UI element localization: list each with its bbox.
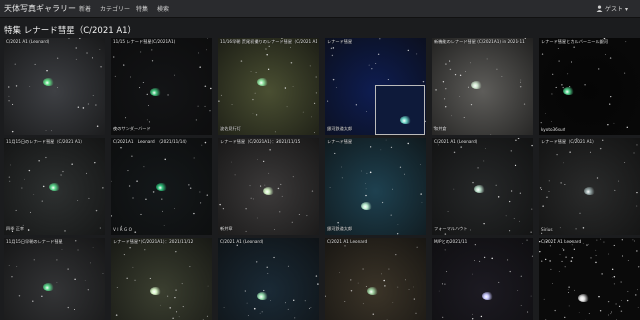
photo-title[interactable]: C/2021 A1 (Leonard) <box>220 239 317 244</box>
comet-glow <box>262 187 275 196</box>
photo-tile[interactable]: C/2021 A1 (Leonard) <box>4 38 105 135</box>
photographer-name: kyoto36sun <box>541 127 566 132</box>
photo-tile[interactable]: 11/16早朝 荒尾初撮りのレナード彗星（C/2021 A1） 波佐見行灯 <box>218 38 319 135</box>
photo-tile[interactable]: 11月15日のレナード彗星（C/2021 A1） 四季 正幸 <box>4 138 105 235</box>
starfield <box>8 240 104 310</box>
photo-tile[interactable]: C/2021A1 Leonard （2021/11/14） V I R G O <box>111 138 212 235</box>
starfield <box>438 239 533 320</box>
photo-grid: C/2021 A1 (Leonard) 11/15 レナード彗星(C/2021A1… <box>0 38 640 320</box>
photo-tile[interactable]: 11/15 レナード彗星(C/2021A1) 夜のサンダーバード <box>111 38 212 135</box>
nav-link-features[interactable]: 特集 <box>136 4 148 13</box>
photographer-name: 斬井章 <box>220 226 233 231</box>
photo-title[interactable]: C/2021 A1 (Leonard) <box>6 39 103 44</box>
starfield <box>540 38 628 129</box>
photographer-name: 銀河鉄道太郎 <box>327 126 353 131</box>
comet-glow <box>48 182 61 191</box>
photo-title[interactable]: C/2021 A1 Leonard <box>327 239 424 244</box>
photo-tile[interactable]: レナード彗星 銀河鉄道太郎 <box>325 138 426 235</box>
starfield <box>223 244 319 319</box>
photographer-name: V I R G O <box>113 227 132 232</box>
photographer-name: Sirius <box>541 227 553 232</box>
user-menu[interactable]: ゲスト ▾ <box>596 4 628 13</box>
starfield <box>539 238 640 320</box>
photo-tile[interactable]: レナード彗星（C/2021A1）：2021/11/15 斬井章 <box>218 138 319 235</box>
photographer-name: 和井倉 <box>434 126 447 131</box>
photo-title[interactable]: 11月15日のレナード彗星（C/2021 A1） <box>6 139 103 145</box>
top-navbar: 天体写真ギャラリー 新着 カテゴリー 特集 検索 ゲスト ▾ <box>0 0 640 18</box>
starfield <box>115 240 209 320</box>
photo-tile[interactable]: レナード彗星（C/2021A1）：2021/11/12 <box>111 238 212 320</box>
photo-tile[interactable]: M/Pとの2021/11 <box>432 238 533 320</box>
nav-link-categories[interactable]: カテゴリー <box>100 4 130 13</box>
photo-tile[interactable]: C/2021 A1 Leonard <box>539 238 640 320</box>
photographer-name: フォーマルハウト <box>434 226 468 231</box>
page-title: 特集 レナード彗星（C/2021 A1） <box>4 26 137 36</box>
comet-glow <box>43 77 56 86</box>
user-caret-icon: ▾ <box>624 6 628 13</box>
photo-title[interactable]: 11/15 レナード彗星(C/2021A1) <box>113 39 210 45</box>
photographer-name: 夜のサンダーバード <box>113 126 151 131</box>
photo-tile[interactable]: C/2021 A1 (Leonard) <box>218 238 319 320</box>
inset-photo <box>375 85 425 135</box>
starfield <box>325 245 418 320</box>
photo-title[interactable]: レナード彗星（C/2021 A1） <box>541 139 638 145</box>
site-brand[interactable]: 天体写真ギャラリー <box>4 3 76 14</box>
photo-title[interactable]: レナード彗星（C/2021A1）：2021/11/15 <box>220 139 317 145</box>
photo-title[interactable]: レナード彗星（C/2021A1）：2021/11/12 <box>113 239 210 245</box>
photo-title[interactable]: 新機能のレナード彗星 (C/2021A1) in 2021 11 <box>434 39 531 45</box>
photo-tile[interactable]: レナード彗星（C/2021 A1） Sirius <box>539 138 640 235</box>
starfield <box>113 38 212 131</box>
photo-title[interactable]: 11/16早朝 荒尾初撮りのレナード彗星（C/2021 A1） <box>220 39 317 45</box>
user-name: ゲスト <box>605 6 624 13</box>
photographer-name: 銀河鉄道太郎 <box>327 226 353 231</box>
comet-glow <box>43 282 56 291</box>
photo-tile[interactable]: 新機能のレナード彗星 (C/2021A1) in 2021 11 和井倉 <box>432 38 533 135</box>
comet-glow <box>257 77 270 86</box>
starfield <box>8 38 102 133</box>
photographer-name: 波佐見行灯 <box>220 126 241 131</box>
comet-glow <box>481 292 494 301</box>
photo-tile[interactable]: レナード彗星 銀河鉄道太郎 <box>325 38 426 135</box>
photo-tile[interactable]: C/2021 A1 (Leonard) フォーマルハウト <box>432 138 533 235</box>
starfield <box>329 139 423 235</box>
photo-tile[interactable]: C/2021 A1 Leonard <box>325 238 426 320</box>
photo-title[interactable]: M/Pとの2021/11 <box>434 239 531 245</box>
photo-title[interactable]: C/2021A1 Leonard （2021/11/14） <box>113 139 210 145</box>
photo-title[interactable]: レナード彗星 <box>327 39 424 45</box>
starfield <box>218 38 317 134</box>
photo-title[interactable]: C/2021 A1 (Leonard) <box>434 139 531 144</box>
photo-title[interactable]: レナード彗星 <box>327 139 424 145</box>
photo-tile[interactable]: 11月15日早朝のレナード彗星 <box>4 238 105 320</box>
user-icon <box>596 5 603 12</box>
nav-link-search[interactable]: 検索 <box>157 4 169 13</box>
photo-tile[interactable]: レナード彗星とカルバーニール銀河 kyoto36sun <box>539 38 640 135</box>
photo-title[interactable]: C/2021 A1 Leonard <box>541 239 638 244</box>
comet-glow <box>155 182 168 191</box>
comet-glow <box>583 187 596 196</box>
photographer-name: 四季 正幸 <box>6 226 25 231</box>
photo-title[interactable]: 11月15日早朝のレナード彗星 <box>6 239 103 245</box>
nav-link-new[interactable]: 新着 <box>79 4 91 13</box>
photo-title[interactable]: レナード彗星とカルバーニール銀河 <box>541 39 638 45</box>
comet-glow <box>471 80 484 89</box>
